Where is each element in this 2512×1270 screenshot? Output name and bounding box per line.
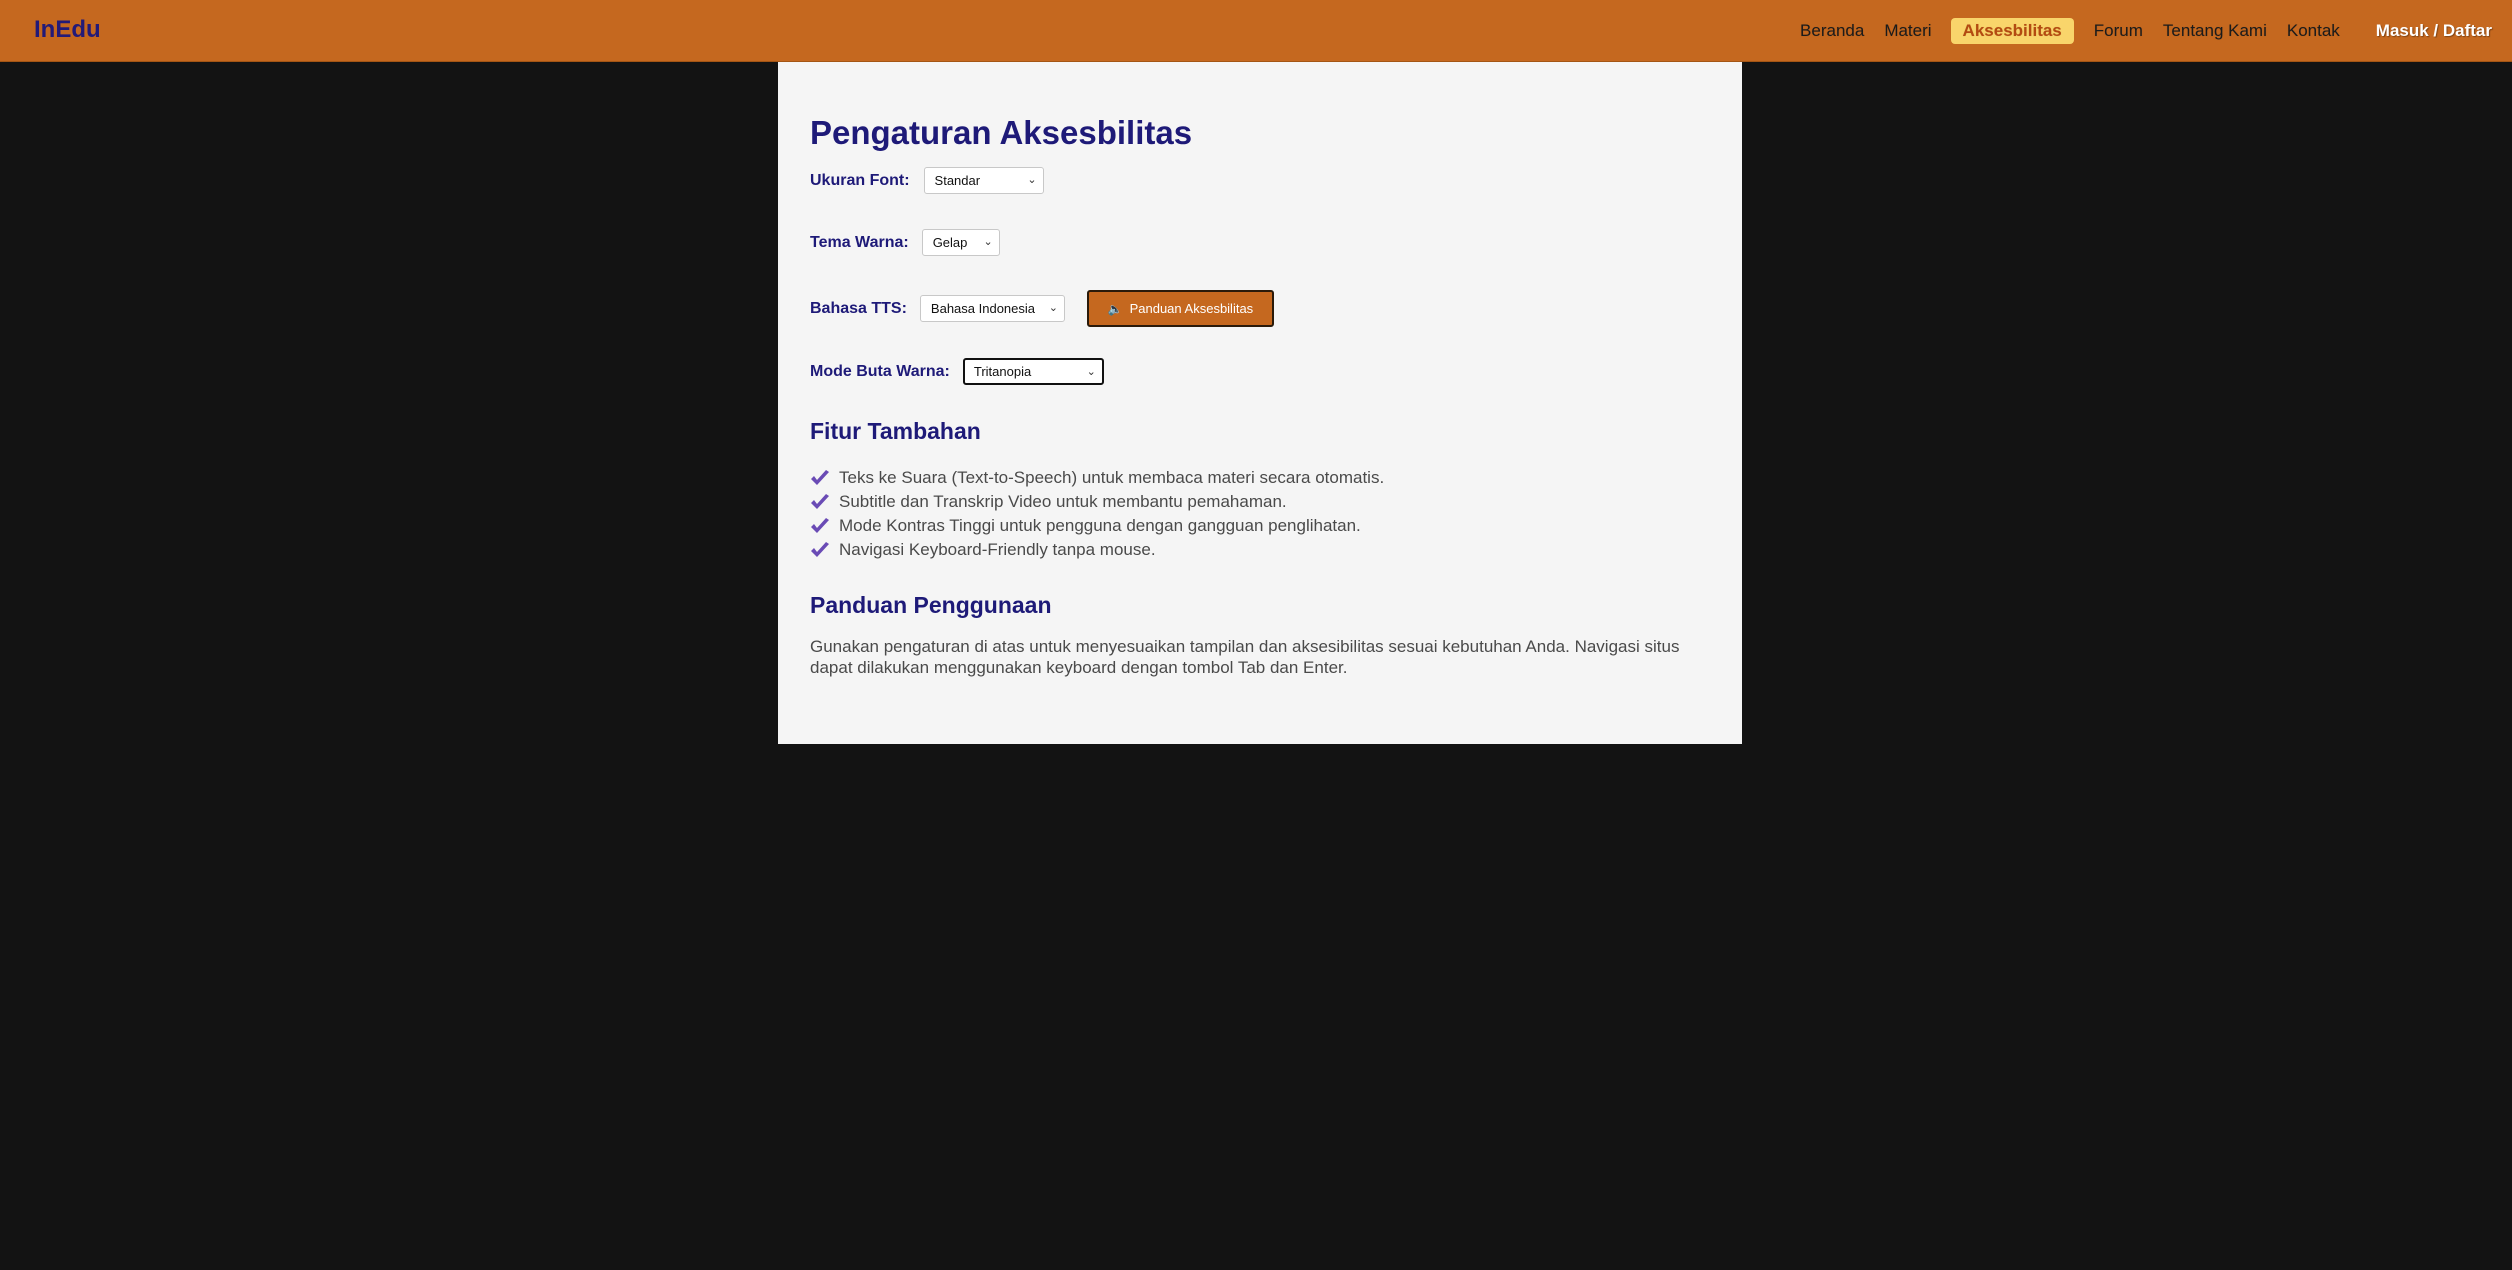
list-item: Subtitle dan Transkrip Video untuk memba… bbox=[810, 490, 1384, 514]
top-navbar: InEdu Beranda Materi Aksesbilitas Forum … bbox=[0, 0, 2512, 62]
nav-links: Beranda Materi Aksesbilitas Forum Tentan… bbox=[1780, 0, 2492, 62]
speaker-icon: 🔈 bbox=[1107, 301, 1123, 316]
accessibility-guide-button-label: Panduan Aksesbilitas bbox=[1129, 301, 1254, 316]
theme-label: Tema Warna: bbox=[810, 233, 909, 251]
font-size-label: Ukuran Font: bbox=[810, 171, 910, 189]
feature-text: Navigasi Keyboard-Friendly tanpa mouse. bbox=[839, 540, 1156, 559]
nav-link-materi[interactable]: Materi bbox=[1884, 21, 1931, 41]
nav-link-forum[interactable]: Forum bbox=[2094, 21, 2143, 41]
checkmark-icon bbox=[811, 470, 829, 485]
feature-text: Teks ke Suara (Text-to-Speech) untuk mem… bbox=[839, 468, 1385, 487]
chevron-down-icon: ⌄ bbox=[1048, 302, 1058, 314]
tts-row: Bahasa TTS: Bahasa Indonesia ⌄ 🔈 Panduan… bbox=[810, 290, 1274, 327]
font-size-select[interactable]: Standar ⌄ bbox=[923, 167, 1044, 194]
page-title: Pengaturan Aksesbilitas bbox=[810, 114, 1193, 151]
chevron-down-icon: ⌄ bbox=[983, 236, 993, 248]
colorblind-mode-select[interactable]: Tritanopia ⌄ bbox=[962, 358, 1104, 385]
tts-language-select[interactable]: Bahasa Indonesia ⌄ bbox=[919, 295, 1065, 322]
font-size-row: Ukuran Font: Standar ⌄ bbox=[810, 167, 1044, 194]
guide-text: Gunakan pengaturan di atas untuk menyesu… bbox=[810, 637, 1680, 677]
list-item: Mode Kontras Tinggi untuk pengguna denga… bbox=[810, 514, 1384, 538]
accessibility-guide-button[interactable]: 🔈 Panduan Aksesbilitas bbox=[1086, 290, 1274, 327]
font-size-select-value: Standar bbox=[934, 173, 981, 188]
login-register-link[interactable]: Masuk / Daftar bbox=[2376, 21, 2492, 41]
chevron-down-icon: ⌄ bbox=[1027, 174, 1037, 186]
tts-label: Bahasa TTS: bbox=[810, 299, 907, 317]
nav-link-beranda[interactable]: Beranda bbox=[1800, 21, 1864, 41]
checkmark-icon bbox=[811, 518, 829, 533]
feature-text: Mode Kontras Tinggi untuk pengguna denga… bbox=[839, 516, 1361, 535]
chevron-down-icon: ⌄ bbox=[1086, 366, 1096, 378]
checkmark-icon bbox=[811, 494, 829, 509]
colorblind-row: Mode Buta Warna: Tritanopia ⌄ bbox=[810, 358, 1104, 385]
nav-link-aksesbilitas[interactable]: Aksesbilitas bbox=[1950, 18, 2074, 44]
theme-select[interactable]: Gelap ⌄ bbox=[921, 229, 1000, 256]
nav-link-kontak[interactable]: Kontak bbox=[2287, 21, 2340, 41]
features-heading: Fitur Tambahan bbox=[810, 418, 981, 444]
theme-row: Tema Warna: Gelap ⌄ bbox=[810, 229, 1000, 256]
checkmark-icon bbox=[811, 542, 829, 557]
theme-select-value: Gelap bbox=[932, 235, 968, 250]
nav-link-tentang-kami[interactable]: Tentang Kami bbox=[2163, 21, 2267, 41]
brand-logo[interactable]: InEdu bbox=[34, 16, 101, 44]
colorblind-label: Mode Buta Warna: bbox=[810, 362, 950, 380]
list-item: Teks ke Suara (Text-to-Speech) untuk mem… bbox=[810, 466, 1384, 490]
accessibility-panel: Pengaturan Aksesbilitas Ukuran Font: Sta… bbox=[778, 62, 1742, 744]
feature-list: Teks ke Suara (Text-to-Speech) untuk mem… bbox=[810, 466, 1384, 562]
colorblind-select-value: Tritanopia bbox=[973, 364, 1032, 379]
feature-text: Subtitle dan Transkrip Video untuk memba… bbox=[839, 492, 1287, 511]
tts-select-value: Bahasa Indonesia bbox=[930, 301, 1036, 316]
list-item: Navigasi Keyboard-Friendly tanpa mouse. bbox=[810, 538, 1384, 562]
guide-heading: Panduan Penggunaan bbox=[810, 592, 1052, 618]
